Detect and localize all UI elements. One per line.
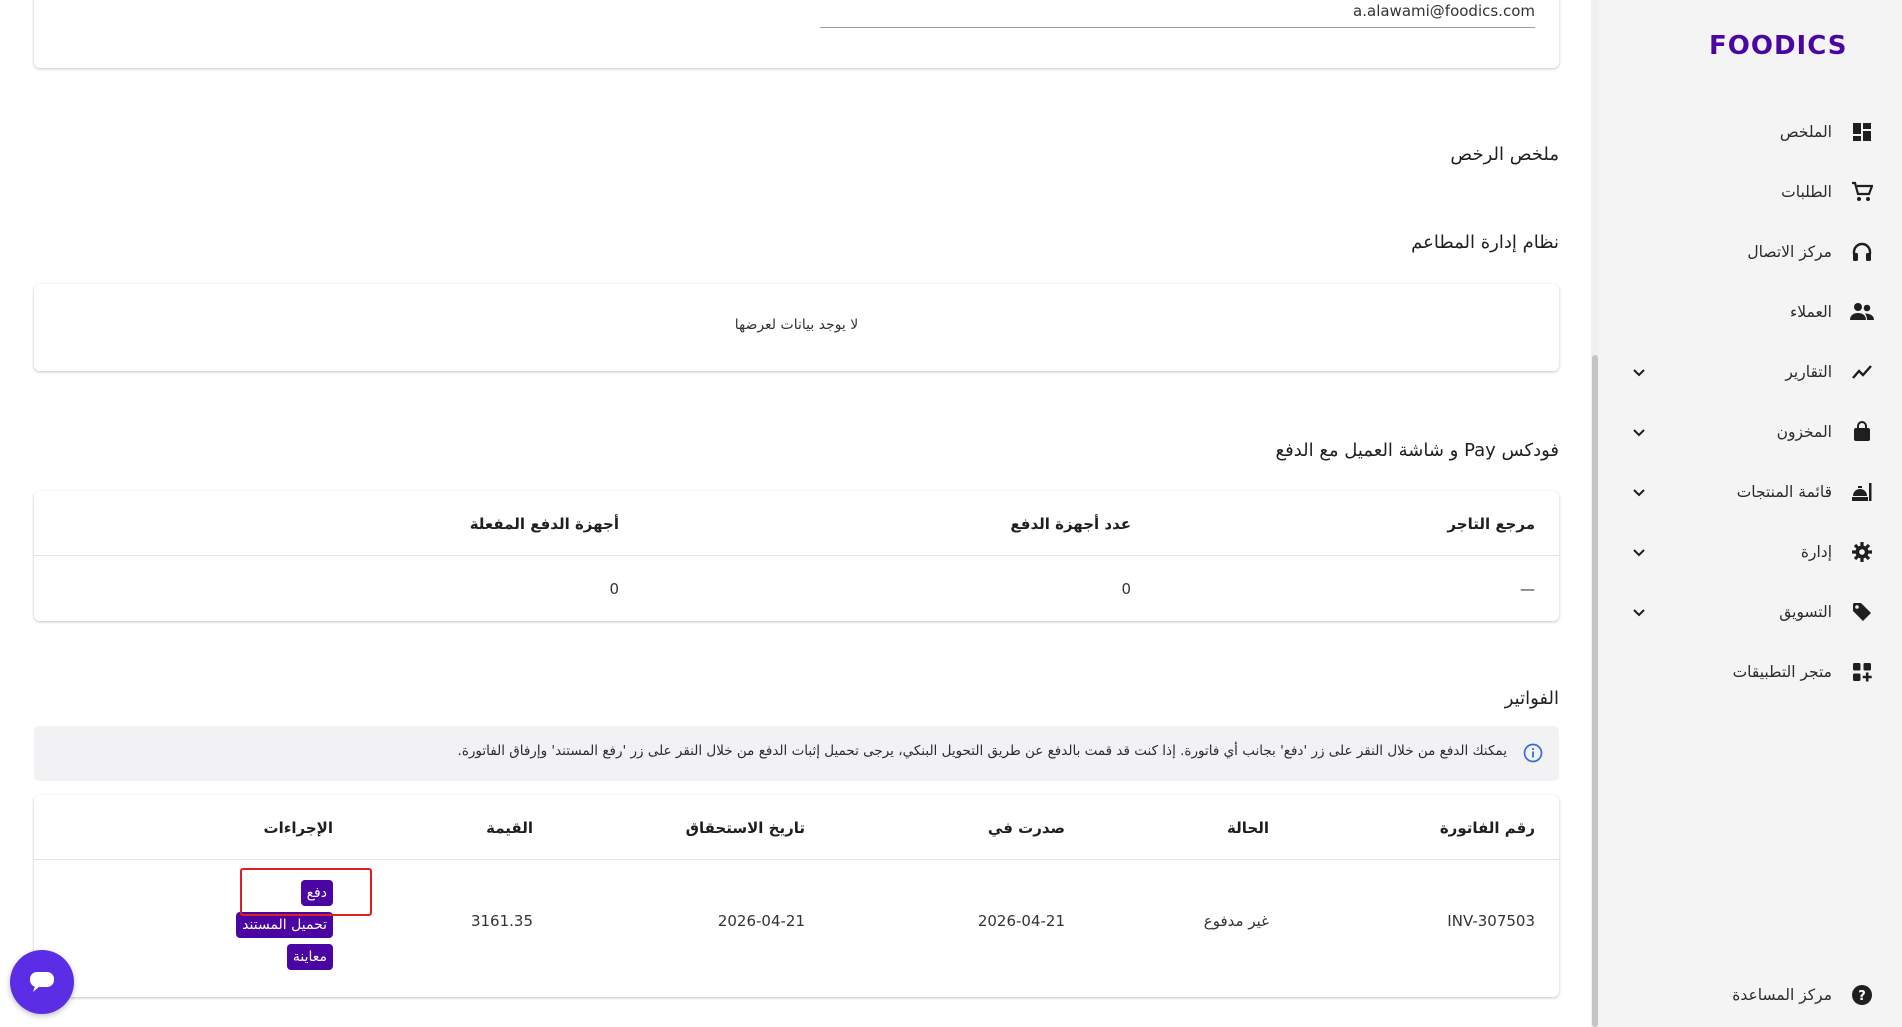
sidebar-item-label: التقارير — [1785, 363, 1832, 381]
sidebar-item[interactable]: العملاء — [1627, 292, 1874, 332]
main-content: a.alawami@foodics.com ملخص الرخص نظام إد… — [0, 0, 1599, 1027]
invoice-amount: 3161.35 — [470, 912, 533, 930]
sidebar-item[interactable]: التقارير — [1627, 352, 1874, 392]
info-text: يمكنك الدفع من خلال النقر على زر 'دفع' ب… — [457, 743, 1507, 759]
foodics-logo[interactable]: FOODICS — [1709, 30, 1859, 61]
sidebar-item-label: إدارة — [1800, 543, 1832, 561]
divider — [34, 555, 1559, 556]
column-header: الحالة — [1227, 819, 1269, 837]
chevron-down-icon[interactable] — [1627, 480, 1651, 504]
sidebar-item[interactable]: الطلبات — [1627, 172, 1874, 212]
preview-button[interactable]: معاينة — [286, 944, 333, 970]
licenses-title: ملخص الرخص — [1450, 144, 1559, 165]
invoice-issued-date: 2026-04-21 — [977, 912, 1065, 930]
pay-title: فودكس Pay و شاشة العميل مع الدفع — [1275, 440, 1559, 461]
column-header: أجهزة الدفع المفعلة — [469, 515, 619, 533]
gear-icon — [1850, 540, 1874, 564]
account-card: a.alawami@foodics.com — [34, 0, 1559, 68]
table-cell: 0 — [1121, 580, 1131, 598]
column-header: القيمة — [486, 819, 533, 837]
invoice-number: INV-307503 — [1447, 912, 1535, 930]
sidebar-item-label: الطلبات — [1781, 183, 1832, 201]
sidebar-item-label: الملخص — [1779, 123, 1832, 141]
scrollbar-thumb[interactable] — [1592, 355, 1598, 1027]
restaurant-system-card: لا يوجد بيانات لعرضها — [34, 284, 1559, 371]
help-label: مركز المساعدة — [1732, 986, 1832, 1004]
apps-icon — [1850, 660, 1874, 684]
pay-button[interactable]: دفع — [300, 880, 333, 906]
sidebar-item[interactable]: إدارة — [1627, 532, 1874, 572]
upload-document-button[interactable]: تحميل المستند — [236, 912, 333, 938]
chevron-down-icon[interactable] — [1627, 600, 1651, 624]
column-header: الإجراءات — [263, 819, 333, 837]
sidebar-item[interactable]: مركز الاتصال — [1627, 232, 1874, 272]
column-header: عدد أجهزة الدفع — [1010, 515, 1131, 533]
scrollbar[interactable] — [1591, 0, 1599, 1027]
chevron-down-icon[interactable] — [1627, 360, 1651, 384]
help-icon: ? — [1850, 983, 1874, 1007]
sidebar-item[interactable]: التسويق — [1627, 592, 1874, 632]
sidebar-item[interactable]: الملخص — [1627, 112, 1874, 152]
invoice-status: غير مدفوع — [1203, 912, 1269, 930]
dashboard-icon — [1850, 120, 1874, 144]
sidebar-item-label: التسويق — [1779, 603, 1832, 621]
menu-food-icon — [1850, 480, 1874, 504]
sidebar-item[interactable]: قائمة المنتجات — [1627, 472, 1874, 512]
svg-text:FOODICS: FOODICS — [1709, 31, 1848, 60]
table-row: INV-307503 غير مدفوع 2026-04-21 2026-04-… — [34, 860, 1559, 997]
tag-icon — [1850, 600, 1874, 624]
column-header: تاريخ الاستحقاق — [685, 819, 805, 837]
svg-text:?: ? — [1858, 989, 1866, 1004]
table-cell: — — [1520, 580, 1535, 598]
empty-state-text: لا يوجد بيانات لعرضها — [734, 317, 859, 333]
headset-icon — [1850, 240, 1874, 264]
table-cell: 0 — [609, 580, 619, 598]
column-header: رقم الفاتورة — [1439, 819, 1535, 837]
invoice-info-banner: يمكنك الدفع من خلال النقر على زر 'دفع' ب… — [34, 726, 1559, 781]
email-field[interactable]: a.alawami@foodics.com — [820, 2, 1535, 28]
sidebar: FOODICS الملخص الطلبات مركز الاتصال العملاء… — [1599, 0, 1902, 1027]
sidebar-item-label: العملاء — [1789, 303, 1832, 321]
sidebar-item-label: قائمة المنتجات — [1736, 483, 1832, 501]
sidebar-item-label: مركز الاتصال — [1747, 243, 1832, 261]
chart-line-icon — [1850, 360, 1874, 384]
people-icon — [1850, 300, 1874, 324]
invoice-due-date: 2026-04-21 — [717, 912, 805, 930]
invoices-title: الفواتير — [1504, 688, 1559, 709]
bag-icon — [1850, 420, 1874, 444]
pay-table: مرجع التاجر عدد أجهزة الدفع أجهزة الدفع … — [34, 491, 1559, 621]
sidebar-item[interactable]: متجر التطبيقات — [1627, 652, 1874, 692]
help-center-link[interactable]: ? مركز المساعدة — [1627, 975, 1874, 1015]
invoices-table: رقم الفاتورة الحالة صدرت في تاريخ الاستح… — [34, 795, 1559, 997]
restaurant-system-title: نظام إدارة المطاعم — [1411, 232, 1559, 253]
chevron-down-icon[interactable] — [1627, 540, 1651, 564]
email-value: a.alawami@foodics.com — [1353, 2, 1535, 20]
column-header: صدرت في — [987, 819, 1065, 837]
info-icon — [1523, 743, 1543, 763]
chat-icon — [29, 971, 55, 993]
column-header: مرجع التاجر — [1447, 515, 1535, 533]
sidebar-item-label: المخزون — [1776, 423, 1832, 441]
cart-icon — [1850, 180, 1874, 204]
sidebar-item[interactable]: المخزون — [1627, 412, 1874, 452]
chevron-down-icon[interactable] — [1627, 420, 1651, 444]
chat-button[interactable] — [10, 950, 74, 1014]
sidebar-item-label: متجر التطبيقات — [1732, 663, 1832, 681]
